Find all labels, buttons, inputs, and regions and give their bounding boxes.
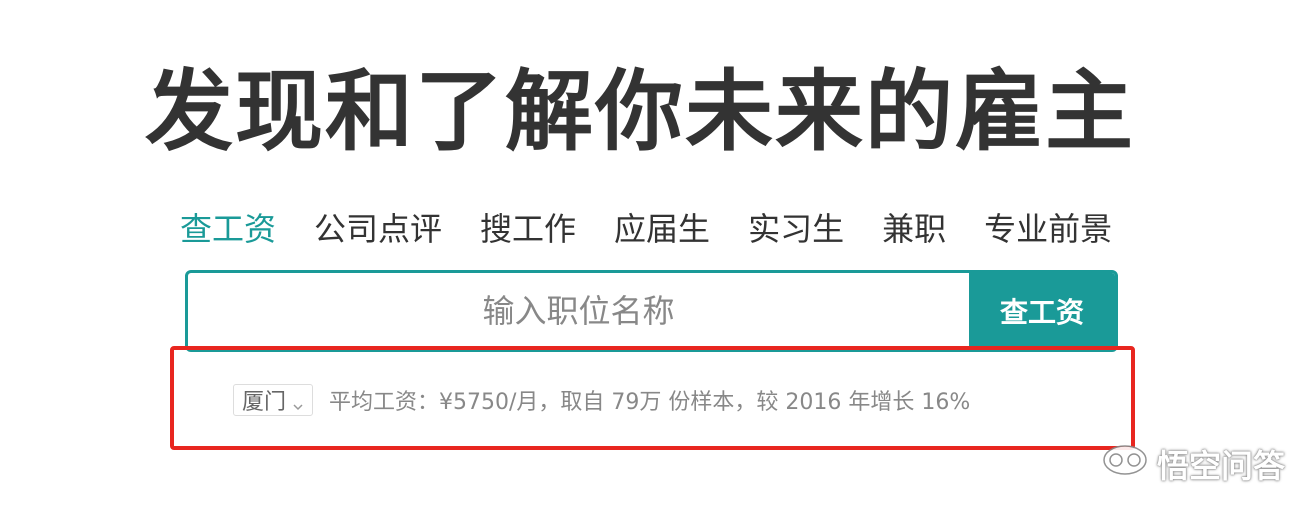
tab-interns[interactable]: 实习生 — [748, 206, 844, 252]
watermark-text: 悟空问答 — [1156, 447, 1285, 485]
tab-job-search[interactable]: 搜工作 — [480, 206, 576, 252]
page-title: 发现和了解你未来的雇主 — [144, 60, 1135, 163]
category-tabs: 查工资 公司点评 搜工作 应届生 实习生 兼职 专业前景 — [180, 206, 1112, 252]
tab-major-prospects[interactable]: 专业前景 — [984, 206, 1112, 252]
check-salary-button[interactable]: 查工资 — [969, 273, 1115, 349]
tab-salary[interactable]: 查工资 — [180, 206, 276, 252]
city-select[interactable]: 厦门 — [233, 384, 314, 416]
city-select-label: 厦门 — [242, 390, 287, 415]
chevron-down-icon — [292, 394, 304, 411]
salary-stats-text: 平均工资：¥5750/月，取自 79万 份样本，较 2016 年增长 16% — [329, 390, 971, 415]
tab-company-reviews[interactable]: 公司点评 — [314, 206, 442, 252]
search-bar: 查工资 — [185, 270, 1118, 352]
wukong-logo-icon — [1101, 442, 1157, 486]
watermark: 悟空问答 — [1101, 441, 1285, 487]
job-title-search-input[interactable] — [188, 273, 969, 349]
salary-stats-row: 厦门 平均工资：¥5750/月，取自 79万 份样本，较 2016 年增长 16… — [233, 383, 970, 417]
tab-graduates[interactable]: 应届生 — [614, 206, 710, 252]
tab-part-time[interactable]: 兼职 — [882, 206, 946, 252]
